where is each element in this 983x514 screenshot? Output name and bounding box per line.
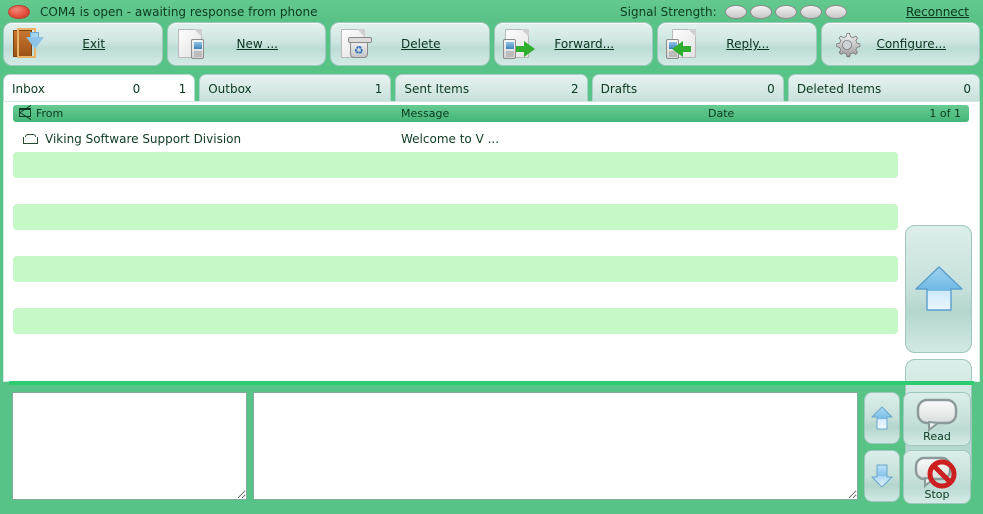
stop-button-label: Stop <box>924 488 950 501</box>
signal-bar-5 <box>824 5 847 19</box>
reconnect-link[interactable]: Reconnect <box>906 5 969 19</box>
table-row[interactable] <box>13 282 898 308</box>
panel-divider <box>9 381 974 385</box>
signal-bar-1 <box>724 5 747 19</box>
tab-sent-items[interactable]: Sent Items 2 <box>395 74 588 102</box>
table-row[interactable] <box>13 334 898 360</box>
reply-button-label: Reply... <box>726 37 770 51</box>
tab-count-unread: 0 <box>767 81 775 96</box>
forward-button[interactable]: Forward... <box>493 22 653 66</box>
configure-button[interactable]: Configure... <box>820 22 980 66</box>
table-row[interactable] <box>13 230 898 256</box>
tab-counts: 0 <box>637 82 775 96</box>
tab-label: Outbox <box>208 81 252 96</box>
tab-count-unread: 1 <box>374 81 383 96</box>
tab-count-total: 1 <box>178 81 187 96</box>
exit-button-label: Exit <box>82 37 106 51</box>
body-scroll-down-button[interactable] <box>864 450 900 502</box>
status-bar: COM4 is open - awaiting response from ph… <box>0 0 983 24</box>
exit-button[interactable]: Exit <box>3 22 163 66</box>
tab-label: Deleted Items <box>796 81 882 96</box>
open-envelope-icon <box>23 134 38 144</box>
signal-strength-bars <box>724 5 847 19</box>
status-led-red-icon <box>8 5 30 19</box>
signal-strength-group: Signal Strength: <box>620 0 847 24</box>
envelope-icon <box>19 105 32 120</box>
gear-icon <box>828 26 868 62</box>
new-button-label: New ... <box>236 37 278 51</box>
table-row[interactable] <box>13 178 898 204</box>
table-row[interactable] <box>13 308 898 334</box>
message-list-panel: From Message Date 1 of 1 Viking Software… <box>3 101 980 487</box>
list-scroll-up-button[interactable] <box>905 225 972 353</box>
delete-button[interactable]: ♻ Delete <box>330 22 490 66</box>
read-button-label: Read <box>923 430 951 443</box>
new-message-icon <box>174 26 214 62</box>
tab-counts: 2 <box>469 82 579 96</box>
message-body-textbox[interactable] <box>253 392 858 500</box>
row-from: Viking Software Support Division <box>45 132 242 146</box>
message-list-header: From Message Date 1 of 1 <box>13 105 969 122</box>
new-button[interactable]: New ... <box>166 22 326 66</box>
table-row[interactable] <box>13 152 898 178</box>
configure-button-label: Configure... <box>876 37 947 51</box>
signal-strength-label: Signal Strength: <box>620 5 717 19</box>
connection-status-text: COM4 is open - awaiting response from ph… <box>40 5 318 19</box>
arrow-down-icon <box>871 464 893 488</box>
tab-outbox[interactable]: Outbox 1 <box>199 74 392 102</box>
tab-count-unread: 2 <box>570 81 579 96</box>
tab-label: Drafts <box>600 81 638 96</box>
stop-button[interactable]: Stop <box>903 450 971 504</box>
main-toolbar: Exit New ... ♻ Delete Forward... Reply..… <box>0 22 983 70</box>
tab-label: Sent Items <box>404 81 470 96</box>
exit-door-icon <box>10 26 50 62</box>
forward-button-label: Forward... <box>554 37 615 51</box>
reply-phone-icon <box>664 26 704 62</box>
folder-tabs: Inbox 0 1 Outbox 1 Sent Items 2 Drafts 0 Deleted … <box>0 74 983 102</box>
signal-bar-4 <box>799 5 822 19</box>
tab-inbox[interactable]: Inbox 0 1 <box>3 74 196 102</box>
column-header-date[interactable]: Date <box>708 107 734 120</box>
signal-bar-2 <box>749 5 772 19</box>
reply-button[interactable]: Reply... <box>657 22 817 66</box>
tab-counts: 01 <box>45 81 187 96</box>
row-message: Welcome to V ... <box>401 132 500 146</box>
signal-bar-3 <box>774 5 797 19</box>
tab-count-unread: 0 <box>132 81 141 96</box>
tab-label: Inbox <box>12 81 45 96</box>
table-row[interactable] <box>13 256 898 282</box>
tab-counts: 1 <box>252 82 383 96</box>
table-row[interactable]: Viking Software Support Division Welcome … <box>13 126 898 152</box>
arrow-up-icon <box>914 266 963 311</box>
message-counter: 1 of 1 <box>929 107 961 120</box>
body-scroll-up-button[interactable] <box>864 392 900 444</box>
forward-phone-icon <box>501 26 541 62</box>
tab-counts: 0 <box>881 82 971 96</box>
read-button[interactable]: Read <box>903 392 971 446</box>
delete-trash-icon: ♻ <box>337 26 377 62</box>
delete-button-label: Delete <box>401 37 441 51</box>
bottom-panel <box>3 386 980 511</box>
table-row[interactable] <box>13 204 898 230</box>
arrow-up-icon <box>871 406 893 430</box>
tab-count-unread: 0 <box>963 81 972 96</box>
tab-drafts[interactable]: Drafts 0 <box>591 74 784 102</box>
column-header-message[interactable]: Message <box>401 107 449 120</box>
tab-deleted-items[interactable]: Deleted Items 0 <box>787 74 981 102</box>
column-header-from[interactable]: From <box>36 107 63 120</box>
recipient-textbox[interactable] <box>12 392 247 500</box>
